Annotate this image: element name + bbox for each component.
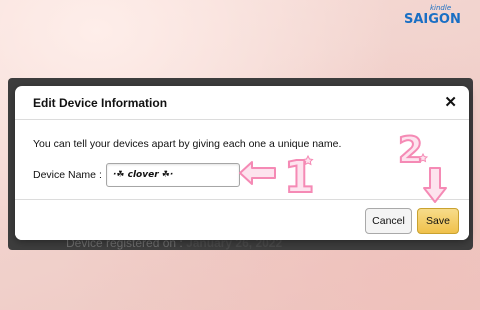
cancel-button[interactable]: Cancel: [365, 208, 412, 234]
saigon-kindle-logo: kindle SAIGON: [404, 4, 461, 26]
save-button[interactable]: Save: [417, 208, 459, 234]
dialog-title: Edit Device Information: [33, 95, 168, 110]
dialog-header: Edit Device Information ✕: [15, 86, 469, 120]
device-name-label: Device Name :: [33, 169, 102, 181]
dialog-description: You can tell your devices apart by givin…: [33, 138, 342, 150]
dialog-footer: Cancel Save: [15, 199, 469, 240]
step-one-marker: 1: [283, 151, 314, 196]
logo-main-text: SAIGON: [404, 12, 461, 26]
down-arrow-icon: [423, 167, 447, 203]
step-two-marker: 2: [397, 129, 429, 166]
left-arrow-icon: [239, 161, 276, 185]
logo-sub-text: kindle: [430, 4, 451, 12]
step-two-text: 2: [398, 130, 423, 166]
device-name-input[interactable]: [106, 163, 240, 187]
close-icon[interactable]: ✕: [444, 95, 457, 110]
